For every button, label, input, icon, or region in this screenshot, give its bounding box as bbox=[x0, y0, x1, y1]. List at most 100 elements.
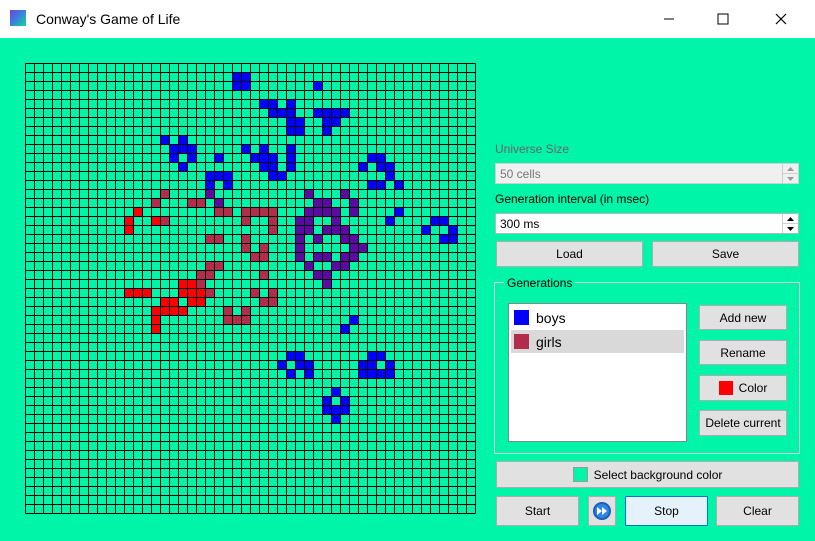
maximize-icon[interactable] bbox=[694, 0, 752, 38]
live-cell[interactable] bbox=[367, 351, 377, 361]
live-cell[interactable] bbox=[349, 243, 359, 253]
live-cell[interactable] bbox=[286, 153, 296, 163]
live-cell[interactable] bbox=[268, 153, 278, 163]
live-cell[interactable] bbox=[340, 396, 350, 406]
live-cell[interactable] bbox=[313, 270, 323, 280]
live-cell[interactable] bbox=[376, 369, 386, 379]
spin-down-icon[interactable] bbox=[783, 224, 798, 233]
live-cell[interactable] bbox=[268, 108, 278, 118]
live-cell[interactable] bbox=[295, 243, 305, 253]
close-icon[interactable] bbox=[752, 0, 810, 38]
live-cell[interactable] bbox=[340, 252, 350, 262]
live-cell[interactable] bbox=[214, 207, 224, 217]
live-cell[interactable] bbox=[214, 261, 224, 271]
live-cell[interactable] bbox=[169, 153, 179, 163]
live-cell[interactable] bbox=[160, 297, 170, 307]
live-cell[interactable] bbox=[241, 81, 251, 91]
live-cell[interactable] bbox=[142, 288, 152, 298]
live-cell[interactable] bbox=[358, 360, 368, 370]
live-cell[interactable] bbox=[241, 234, 251, 244]
live-cell[interactable] bbox=[331, 261, 341, 271]
live-cell[interactable] bbox=[331, 225, 341, 235]
live-cell[interactable] bbox=[322, 207, 332, 217]
live-cell[interactable] bbox=[196, 270, 206, 280]
live-cell[interactable] bbox=[313, 234, 323, 244]
live-cell[interactable] bbox=[196, 297, 206, 307]
live-cell[interactable] bbox=[385, 360, 395, 370]
live-cell[interactable] bbox=[358, 162, 368, 172]
live-cell[interactable] bbox=[151, 216, 161, 226]
live-cell[interactable] bbox=[250, 288, 260, 298]
spin-up-icon[interactable] bbox=[783, 214, 798, 224]
live-cell[interactable] bbox=[304, 261, 314, 271]
live-cell[interactable] bbox=[232, 315, 242, 325]
live-cell[interactable] bbox=[304, 216, 314, 226]
live-cell[interactable] bbox=[268, 216, 278, 226]
live-cell[interactable] bbox=[259, 153, 269, 163]
live-cell[interactable] bbox=[367, 153, 377, 163]
live-cell[interactable] bbox=[340, 405, 350, 415]
live-cell[interactable] bbox=[205, 261, 215, 271]
live-cell[interactable] bbox=[250, 252, 260, 262]
live-cell[interactable] bbox=[241, 216, 251, 226]
live-cell[interactable] bbox=[331, 405, 341, 415]
live-cell[interactable] bbox=[205, 270, 215, 280]
list-item[interactable]: boys bbox=[511, 306, 684, 329]
live-cell[interactable] bbox=[151, 324, 161, 334]
live-cell[interactable] bbox=[277, 360, 287, 370]
live-cell[interactable] bbox=[187, 198, 197, 208]
live-cell[interactable] bbox=[187, 144, 197, 154]
live-cell[interactable] bbox=[385, 162, 395, 172]
live-cell[interactable] bbox=[151, 198, 161, 208]
live-cell[interactable] bbox=[259, 243, 269, 253]
live-cell[interactable] bbox=[286, 108, 296, 118]
clear-button[interactable]: Clear bbox=[716, 496, 799, 526]
live-cell[interactable] bbox=[304, 360, 314, 370]
live-cell[interactable] bbox=[268, 99, 278, 109]
live-cell[interactable] bbox=[367, 180, 377, 190]
live-cell[interactable] bbox=[124, 225, 134, 235]
live-cell[interactable] bbox=[214, 198, 224, 208]
live-cell[interactable] bbox=[268, 162, 278, 172]
start-button[interactable]: Start bbox=[496, 496, 579, 526]
interval-spinbox[interactable]: 300 ms bbox=[495, 213, 799, 234]
live-cell[interactable] bbox=[295, 252, 305, 262]
live-cell[interactable] bbox=[340, 225, 350, 235]
live-cell[interactable] bbox=[268, 297, 278, 307]
live-cell[interactable] bbox=[250, 207, 260, 217]
live-cell[interactable] bbox=[313, 252, 323, 262]
live-cell[interactable] bbox=[349, 315, 359, 325]
live-cell[interactable] bbox=[340, 261, 350, 271]
live-cell[interactable] bbox=[331, 414, 341, 424]
live-cell[interactable] bbox=[295, 360, 305, 370]
live-cell[interactable] bbox=[205, 189, 215, 199]
live-cell[interactable] bbox=[385, 216, 395, 226]
live-cell[interactable] bbox=[214, 234, 224, 244]
live-cell[interactable] bbox=[304, 207, 314, 217]
delete-current-button[interactable]: Delete current bbox=[699, 410, 787, 436]
live-cell[interactable] bbox=[295, 225, 305, 235]
list-item[interactable]: girls bbox=[511, 330, 684, 353]
live-cell[interactable] bbox=[322, 126, 332, 136]
live-cell[interactable] bbox=[259, 207, 269, 217]
life-grid-canvas[interactable] bbox=[25, 63, 477, 515]
live-cell[interactable] bbox=[295, 216, 305, 226]
live-cell[interactable] bbox=[340, 108, 350, 118]
live-cell[interactable] bbox=[250, 153, 260, 163]
live-cell[interactable] bbox=[304, 369, 314, 379]
live-cell[interactable] bbox=[349, 198, 359, 208]
generations-list[interactable]: boys girls bbox=[508, 303, 687, 442]
live-cell[interactable] bbox=[322, 396, 332, 406]
live-cell[interactable] bbox=[214, 171, 224, 181]
live-cell[interactable] bbox=[259, 252, 269, 262]
live-cell[interactable] bbox=[376, 351, 386, 361]
live-cell[interactable] bbox=[376, 162, 386, 172]
select-background-color-button[interactable]: Select background color bbox=[496, 461, 799, 488]
live-cell[interactable] bbox=[187, 288, 197, 298]
live-cell[interactable] bbox=[232, 72, 242, 82]
live-cell[interactable] bbox=[295, 234, 305, 244]
live-cell[interactable] bbox=[286, 144, 296, 154]
live-cell[interactable] bbox=[178, 135, 188, 145]
live-cell[interactable] bbox=[187, 279, 197, 289]
live-cell[interactable] bbox=[322, 117, 332, 127]
